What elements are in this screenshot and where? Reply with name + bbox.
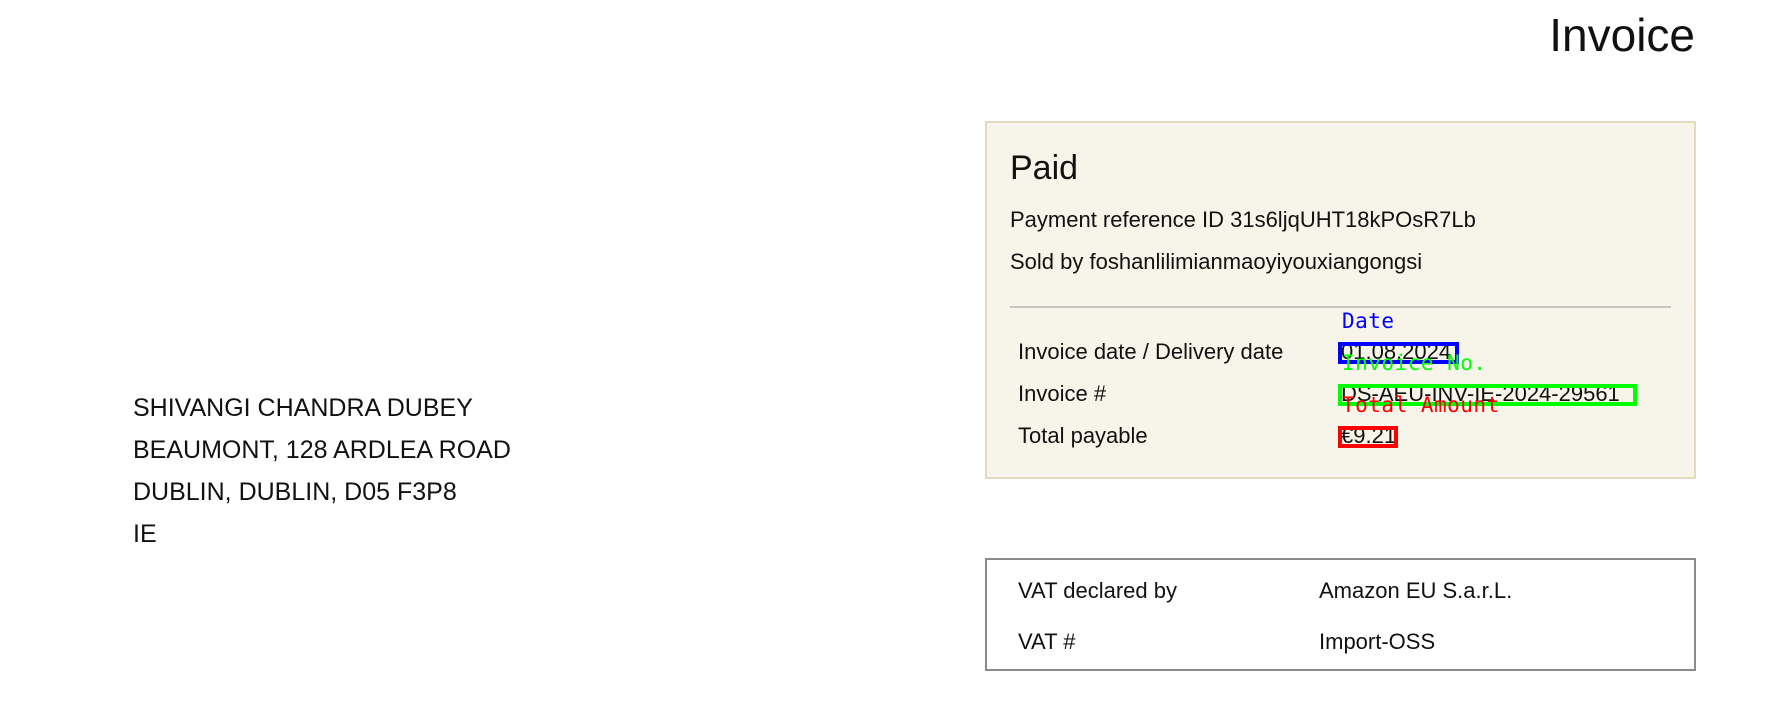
recipient-street: BEAUMONT, 128 ARDLEA ROAD [133,436,511,464]
annotation-total-amount-label: Total Amount [1342,393,1500,417]
invoice-date-label: Invoice date / Delivery date [1018,339,1284,364]
vat-info-box: VAT declared by Amazon EU S.a.r.L. VAT #… [985,558,1696,671]
payment-reference: Payment reference ID 31s6ljqUHT18kPOsR7L… [1010,207,1476,232]
invoice-title: Invoice [1549,9,1695,61]
recipient-address: SHIVANGI CHANDRA DUBEY BEAUMONT, 128 ARD… [133,387,511,555]
invoice-number-label: Invoice # [1018,381,1107,406]
payment-status: Paid [1010,149,1079,187]
vat-declared-by-value: Amazon EU S.a.r.L. [1319,578,1513,603]
recipient-city: DUBLIN, DUBLIN, D05 F3P8 [133,478,457,506]
total-payable-label: Total payable [1018,423,1148,448]
payment-summary-box: Paid Payment reference ID 31s6ljqUHT18kP… [985,121,1696,479]
annotation-invoice-number-label: Invoice No. [1342,351,1487,375]
seller-name: Sold by foshanlilimianmaoyiyouxiangongsi [1010,249,1423,274]
annotation-date-label: Date [1342,309,1395,333]
divider [1010,306,1671,308]
annotation-total-amount-box [1338,426,1398,448]
vat-declared-by-label: VAT declared by [1018,578,1177,603]
recipient-name: SHIVANGI CHANDRA DUBEY [133,394,473,422]
vat-number-label: VAT # [1018,629,1076,654]
vat-number-value: Import-OSS [1319,629,1436,654]
recipient-country: IE [133,520,157,548]
